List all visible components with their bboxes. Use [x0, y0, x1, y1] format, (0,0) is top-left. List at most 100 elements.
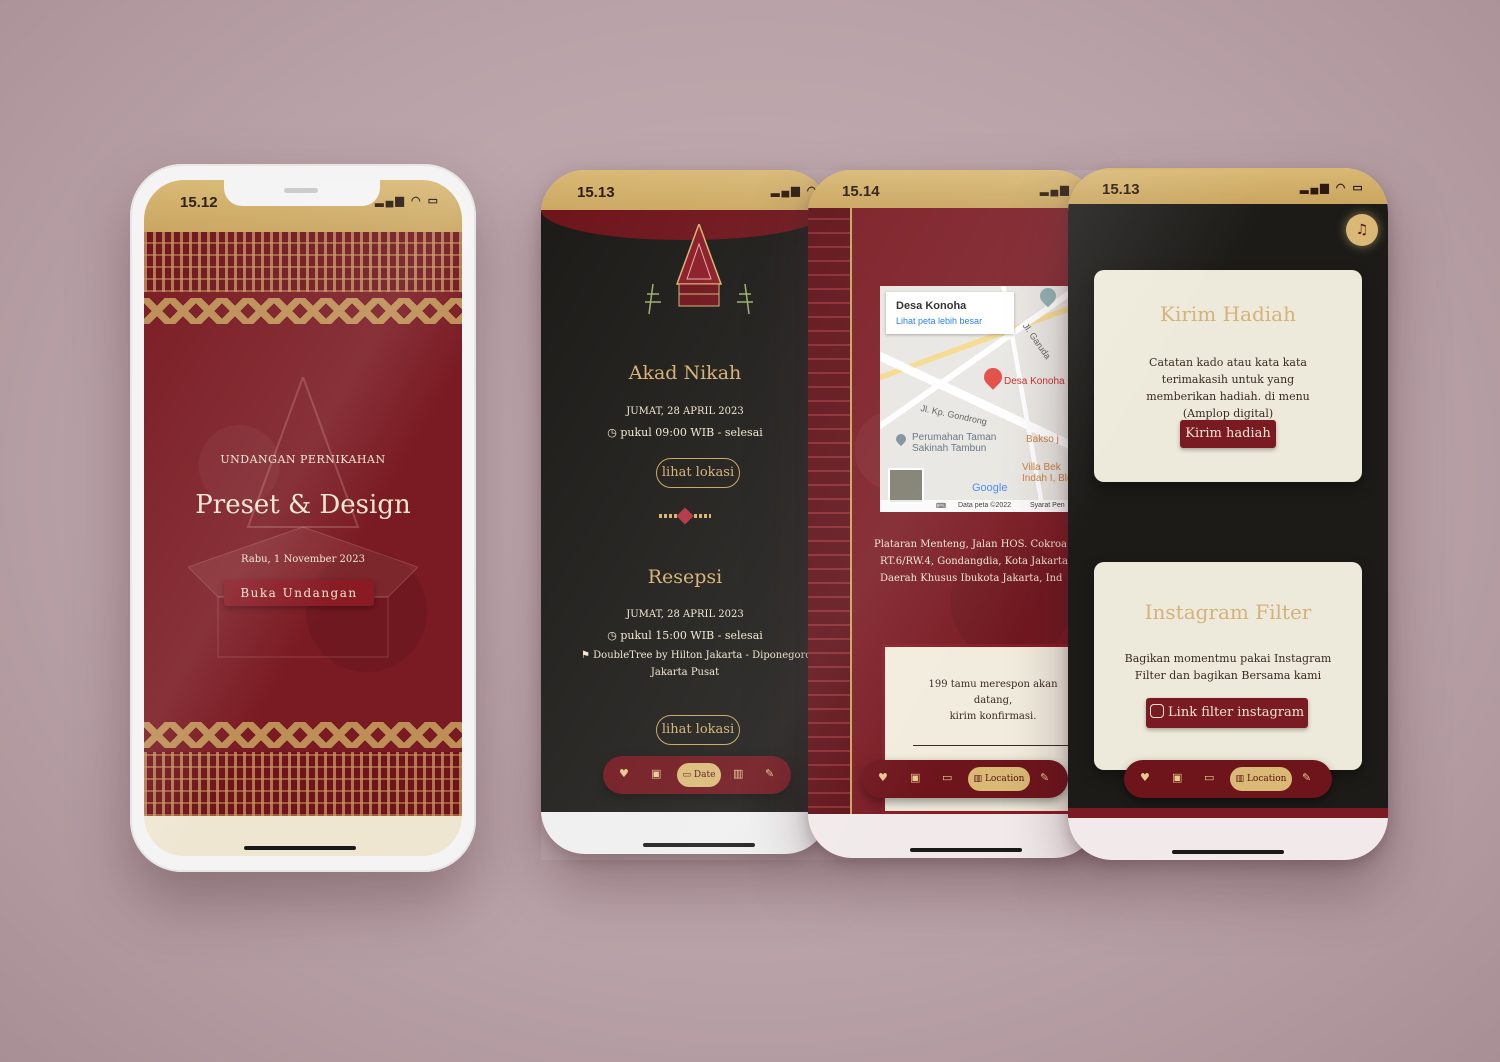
filter-title: Instagram Filter — [1144, 600, 1312, 624]
phone-1: 15.12 ▂▄▆ ◠ ▭ UNDANGAN PERNIKAHAN Preset… — [130, 164, 476, 872]
map-footer: ⌨ Data peta ©2022 Syarat Pen — [880, 500, 1070, 512]
map-icon: ▥ — [1235, 774, 1245, 784]
phone-4: 15.13 ▂▄▆ ◠ ▭ ♫ Kirim Hadiah Catatan kad… — [1068, 168, 1388, 860]
pin-label: Desa Konoha — [1004, 376, 1065, 387]
heart-icon[interactable]: ♥ — [619, 767, 629, 780]
resepsi-venue: ⚑ DoubleTree by Hilton Jakarta - Diponeg… — [581, 650, 829, 661]
open-invitation-button[interactable]: Buka Undangan — [224, 580, 374, 606]
map-larger-link[interactable]: Lihat peta lebih besar — [896, 316, 982, 326]
home-indicator — [244, 846, 356, 850]
songket-side-border — [808, 208, 852, 814]
filter-card: Instagram Filter Bagikan momentmu pakai … — [1094, 562, 1362, 770]
map-embed[interactable]: Desa Konoha Lihat peta lebih besar Desa … — [880, 286, 1070, 512]
calendar-icon: ▭ — [682, 770, 692, 780]
bottom-maroon-strip — [1068, 808, 1388, 818]
songket-top — [144, 232, 462, 292]
gift-text: Catatan kado atau kata kata terimakasih … — [1146, 356, 1310, 420]
cover-panel: UNDANGAN PERNIKAHAN Preset & Design Rabu… — [144, 232, 462, 816]
map-place-name: Desa Konoha — [896, 300, 967, 312]
status-time: 15.13 — [577, 184, 615, 201]
address-line3: Daerah Khusus Ibukota Jakarta, Ind — [880, 573, 1063, 584]
home-indicator — [643, 843, 755, 847]
invite-subtitle: UNDANGAN PERNIKAHAN — [220, 453, 386, 466]
akad-location-button[interactable]: lihat lokasi — [656, 458, 740, 488]
status-bar: 15.14 ▂▄▆ ◠ — [808, 170, 1098, 210]
resepsi-title: Resepsi — [647, 566, 723, 588]
gift-title: Kirim Hadiah — [1160, 302, 1296, 326]
gallery-icon[interactable]: ▣ — [1172, 771, 1182, 784]
invite-title: Preset & Design — [195, 490, 411, 520]
bottom-nav: ♥ ▣ ▭ ▥ Location ✎ — [1124, 760, 1332, 798]
akad-title: Akad Nikah — [628, 362, 742, 384]
poi-label-3-line1: Villa Bek — [1022, 462, 1061, 473]
nav-location-tab[interactable]: ▥ Location — [968, 767, 1030, 791]
filter-text: Bagikan momentmu pakai Instagram Filter … — [1124, 652, 1332, 682]
heart-icon[interactable]: ♥ — [878, 771, 888, 784]
status-time: 15.13 — [1102, 181, 1140, 198]
resepsi-venue-line1: DoubleTree by Hilton Jakarta - Diponegor… — [593, 650, 812, 661]
akad-date: JUMAT, 28 APRIL 2023 — [626, 406, 744, 417]
send-gift-button[interactable]: Kirim hadiah — [1180, 420, 1276, 448]
resepsi-date: JUMAT, 28 APRIL 2023 — [626, 609, 744, 620]
event-panel: Akad Nikah JUMAT, 28 APRIL 2023 ◷ pukul … — [541, 210, 829, 812]
satellite-thumbnail[interactable] — [888, 468, 924, 504]
akad-time: ◷ pukul 09:00 WIB - selesai — [541, 426, 829, 439]
status-time: 15.12 — [180, 194, 218, 211]
resepsi-time: ◷ pukul 15:00 WIB - selesai — [541, 629, 829, 642]
resepsi-time-text: pukul 15:00 WIB - selesai — [620, 629, 763, 642]
poi-label-1: Perumahan Taman Sakinah Tambun — [912, 432, 996, 454]
home-indicator — [910, 848, 1022, 852]
address-line2: RT.6/RW.4, Gondangdia, Kota Jakarta — [880, 556, 1068, 567]
speaker — [284, 188, 318, 193]
nav-location-tab[interactable]: ▥ Location — [1230, 767, 1292, 791]
instagram-icon — [1149, 704, 1164, 718]
notch — [224, 180, 380, 206]
music-toggle-icon[interactable]: ♫ — [1346, 214, 1378, 246]
rsvp-text: 199 tamu merespon akan datang, kirim kon… — [885, 677, 1098, 725]
google-logo: Google — [972, 482, 1008, 494]
bottom-nav: ♥ ▣ ▭ Date ▥ ✎ — [603, 756, 791, 794]
keyboard-icon: ⌨ — [936, 503, 947, 510]
map-info-box: Desa Konoha Lihat peta lebih besar — [886, 292, 1014, 334]
clock-icon: ◷ — [607, 426, 617, 439]
calendar-icon[interactable]: ▭ — [942, 771, 952, 784]
poi-label-1-line2: Sakinah Tambun — [912, 443, 987, 454]
phone-1-screen: 15.12 ▂▄▆ ◠ ▭ UNDANGAN PERNIKAHAN Preset… — [144, 180, 462, 856]
map-icon: ▥ — [973, 774, 983, 784]
resepsi-location-button[interactable]: lihat lokasi — [656, 715, 740, 745]
map-icon[interactable]: ▥ — [733, 767, 743, 780]
batak-house-icon — [188, 377, 418, 658]
invite-date: Rabu, 1 November 2023 — [240, 554, 365, 565]
gallery-icon[interactable]: ▣ — [910, 771, 920, 784]
clock-icon: ◷ — [607, 629, 617, 642]
signpost-icon: ⚑ — [581, 650, 590, 661]
instagram-filter-button[interactable]: Link filter instagram — [1146, 698, 1308, 728]
address: Plataran Menteng, Jalan HOS. Cokroa RT.6… — [874, 536, 1098, 587]
poi-label-1-line1: Perumahan Taman — [912, 432, 997, 443]
rsvp-line2: datang, — [973, 695, 1013, 706]
signal-wifi-battery-icon: ▂▄▆ ◠ ▭ — [375, 195, 440, 207]
nav-location-label: Location — [1246, 774, 1287, 784]
rsvp-line1: 199 tamu merespon akan — [928, 679, 1058, 690]
bottom-nav: ♥ ▣ ▭ ▥ Location ✎ — [862, 760, 1068, 798]
diamond-border-bottom — [144, 722, 462, 748]
edit-icon[interactable]: ✎ — [765, 767, 774, 780]
map-terms-link[interactable]: Syarat Pen — [1030, 502, 1065, 509]
edit-icon[interactable]: ✎ — [1040, 771, 1049, 784]
gift-panel: ♫ Kirim Hadiah Catatan kado atau kata ka… — [1068, 204, 1388, 816]
heart-icon[interactable]: ♥ — [1140, 771, 1150, 784]
nav-date-tab[interactable]: ▭ Date — [677, 763, 721, 787]
poi-label-2: Bakso j — [1026, 434, 1059, 445]
home-indicator — [1172, 850, 1284, 854]
nav-location-label: Location — [984, 774, 1025, 784]
gift-card: Kirim Hadiah Catatan kado atau kata kata… — [1094, 270, 1362, 482]
nav-date-label: Date — [693, 770, 716, 780]
songket-bottom — [144, 752, 462, 816]
gallery-icon[interactable]: ▣ — [651, 767, 661, 780]
resepsi-venue-line2: Jakarta Pusat — [650, 667, 720, 678]
status-time: 15.14 — [842, 183, 880, 200]
calendar-icon[interactable]: ▭ — [1204, 771, 1214, 784]
instagram-filter-label: Link filter instagram — [1168, 705, 1305, 720]
phone-2: 15.13 ▂▄▆ ◠ Akad Nikah JUMAT, 28 APRIL 2… — [541, 170, 829, 854]
edit-icon[interactable]: ✎ — [1302, 771, 1311, 784]
